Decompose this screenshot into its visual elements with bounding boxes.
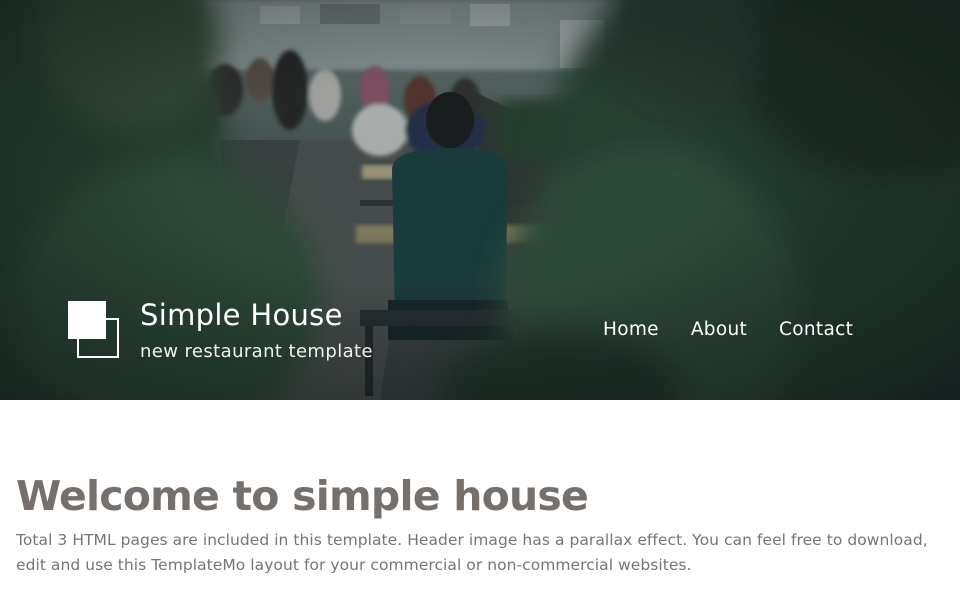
main-content: Welcome to simple house Total 3 HTML pag…: [16, 470, 946, 578]
welcome-title: Welcome to simple house: [16, 472, 589, 520]
nav-link-about[interactable]: About: [691, 318, 747, 342]
nav-link-contact[interactable]: Contact: [779, 318, 853, 342]
main-nav: Home About Contact: [603, 318, 853, 342]
brand-text: Simple House new restaurant template: [140, 296, 373, 364]
nav-link-home[interactable]: Home: [603, 318, 659, 342]
logo-icon: [68, 301, 120, 359]
brand[interactable]: Simple House new restaurant template: [68, 296, 373, 366]
brand-tagline: new restaurant template: [140, 341, 373, 362]
hero-header: Simple House new restaurant template Hom…: [0, 0, 960, 400]
welcome-paragraph: Total 3 HTML pages are included in this …: [16, 531, 928, 574]
logo-front-square: [68, 301, 106, 339]
brand-title: Simple House: [140, 298, 343, 332]
